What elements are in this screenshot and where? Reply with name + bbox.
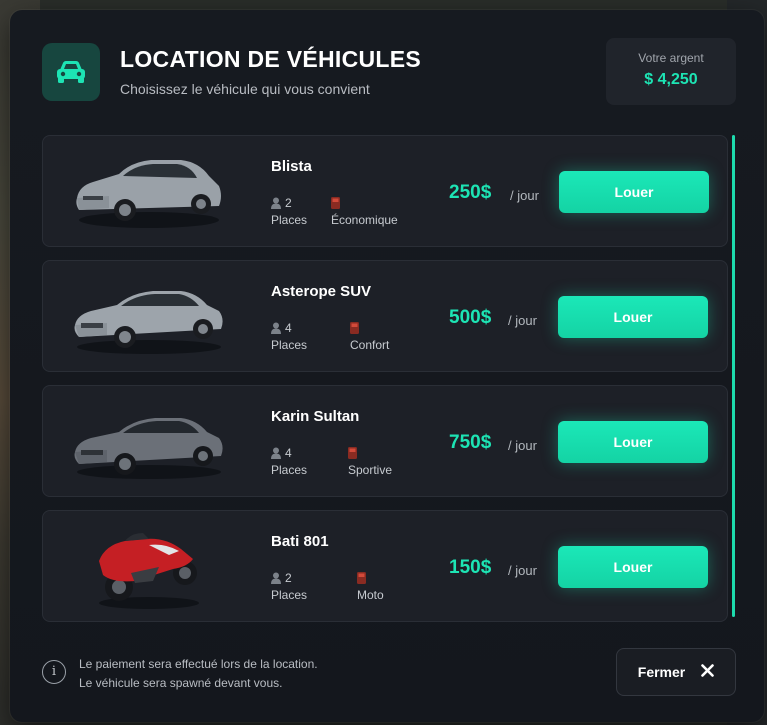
rent-button[interactable]: Louer	[559, 171, 709, 213]
category-spec: Confort	[350, 321, 389, 353]
seats-spec: 2 Places	[271, 196, 307, 228]
seats-label: Places	[271, 588, 308, 602]
category-label: Économique	[331, 213, 398, 227]
person-icon	[271, 447, 281, 463]
price-unit: / jour	[510, 188, 539, 203]
vehicle-price: 750$	[449, 432, 492, 453]
person-icon	[271, 322, 281, 338]
category-label: Sportive	[348, 463, 393, 477]
wallet-box: Votre argent $ 4,250	[606, 38, 736, 105]
seats-spec: 4 Places	[271, 321, 307, 353]
close-label: Fermer	[637, 664, 686, 680]
category-label: Moto	[357, 588, 384, 602]
price-unit: / jour	[508, 313, 537, 328]
seats-label: Places	[271, 213, 308, 227]
seats-count: 2	[285, 196, 292, 210]
category-spec: Moto	[357, 571, 384, 603]
rent-button[interactable]: Louer	[558, 421, 708, 463]
sedan-car-image	[74, 291, 223, 354]
seats-label: Places	[271, 338, 308, 352]
sport-sedan-car-image	[74, 418, 223, 479]
rental-modal: LOCATION DE VÉHICULES Choisissez le véhi…	[10, 10, 764, 722]
info-icon: i	[42, 660, 66, 684]
vehicle-name: Karin Sultan	[271, 408, 360, 425]
car-icon	[42, 43, 100, 101]
rent-button[interactable]: Louer	[558, 296, 708, 338]
person-icon	[271, 197, 281, 213]
seats-spec: 4 Places	[271, 446, 307, 478]
seats-label: Places	[271, 463, 308, 477]
info-text: Le paiement sera effectué lors de la loc…	[79, 655, 318, 693]
fuel-icon	[350, 322, 359, 338]
seats-spec: 2 Places	[271, 571, 307, 603]
price-unit: / jour	[508, 563, 537, 578]
close-button[interactable]: Fermer	[616, 648, 736, 696]
page-subtitle: Choisissez le véhicule qui vous convient	[120, 81, 370, 97]
category-label: Confort	[350, 338, 390, 352]
vehicle-card: Blista 2 Places Économique 250$ / jour L…	[42, 135, 728, 247]
vehicle-card: Karin Sultan 4 Places Sportive 750$ / jo…	[42, 385, 728, 497]
category-spec: Économique	[331, 196, 398, 228]
seats-count: 2	[285, 571, 292, 585]
vehicle-price: 500$	[449, 307, 492, 328]
page-title: LOCATION DE VÉHICULES	[120, 46, 422, 72]
vehicle-name: Bati 801	[271, 533, 329, 550]
vehicle-name: Asterope SUV	[271, 283, 372, 300]
vehicle-price: 250$	[449, 182, 492, 203]
person-icon	[271, 572, 281, 588]
wallet-label: Votre argent	[638, 51, 704, 65]
wallet-value: $ 4,250	[644, 71, 698, 88]
rent-button[interactable]: Louer	[558, 546, 708, 588]
close-icon	[701, 664, 715, 680]
price-unit: / jour	[508, 438, 537, 453]
vehicle-card: Asterope SUV 4 Places Confort 500$ / jou…	[42, 260, 728, 372]
fuel-icon	[357, 572, 366, 588]
info-line-payment: Le paiement sera effectué lors de la loc…	[79, 657, 318, 671]
sport-motorcycle-image	[99, 533, 199, 609]
category-spec: Sportive	[348, 446, 392, 478]
info-line-spawn: Le véhicule sera spawné devant vous.	[79, 676, 283, 690]
vehicle-price: 150$	[449, 557, 492, 578]
seats-count: 4	[285, 446, 292, 460]
fuel-icon	[348, 447, 357, 463]
hatchback-car-image	[76, 160, 221, 228]
fuel-icon	[331, 197, 340, 213]
seats-count: 4	[285, 321, 292, 335]
vehicle-card: Bati 801 2 Places Moto 150$ / jour Louer	[42, 510, 728, 622]
list-scrollbar[interactable]	[732, 135, 735, 617]
vehicle-name: Blista	[271, 158, 312, 175]
